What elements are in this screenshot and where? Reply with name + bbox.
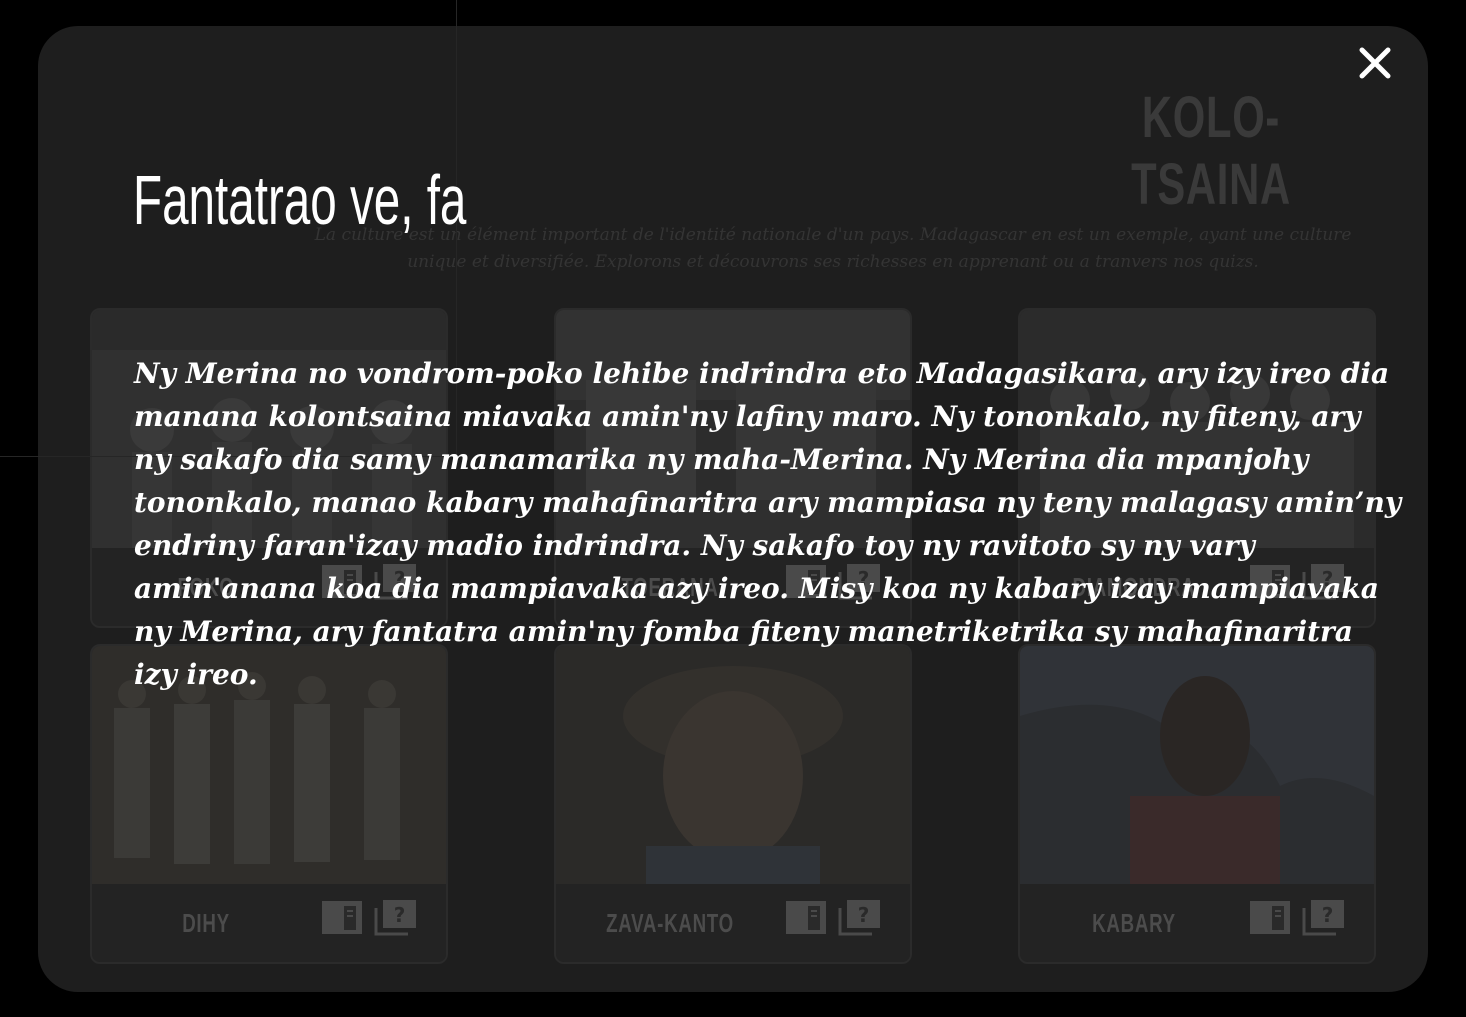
card-title: KABARY <box>1092 908 1176 938</box>
quiz-icon[interactable]: ? <box>374 898 418 936</box>
book-icon[interactable] <box>1248 898 1292 936</box>
card-title: ZAVA-KANTO <box>606 908 734 938</box>
dialog-body: Ny Merina no vondrom-poko lehibe indrind… <box>134 357 1402 691</box>
svg-text:?: ? <box>394 903 406 927</box>
book-icon[interactable] <box>320 898 364 936</box>
svg-text:?: ? <box>1322 903 1334 927</box>
card-footer: DIHY ? <box>92 884 446 962</box>
svg-text:?: ? <box>858 903 870 927</box>
dialog-title: Fantatrao ve, fa <box>133 161 467 239</box>
close-icon[interactable] <box>1352 40 1398 86</box>
card-title: DIHY <box>182 908 230 938</box>
card-footer: ZAVA-KANTO ? <box>556 884 910 962</box>
book-icon[interactable] <box>784 898 828 936</box>
page-heading: KOLO-TSAINA <box>1131 85 1291 217</box>
quiz-icon[interactable]: ? <box>1302 898 1346 936</box>
quiz-icon[interactable]: ? <box>838 898 882 936</box>
card-footer: KABARY ? <box>1020 884 1374 962</box>
